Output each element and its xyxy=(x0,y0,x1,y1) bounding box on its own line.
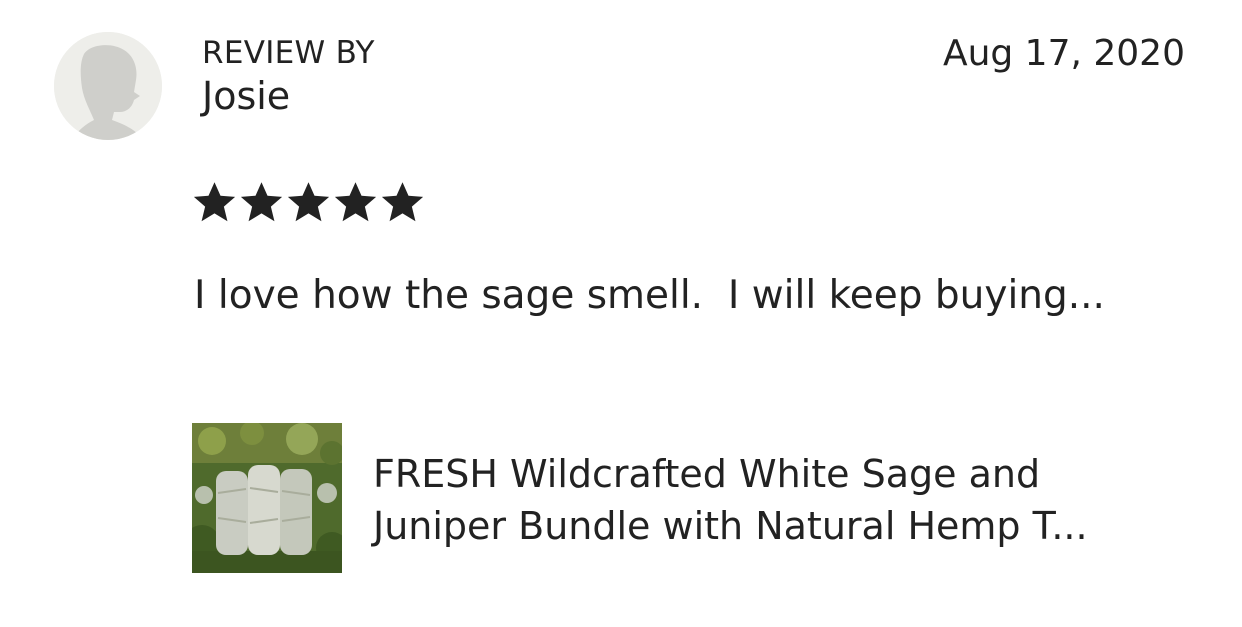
reviewer-name[interactable]: Josie xyxy=(202,72,375,120)
product-thumbnail[interactable] xyxy=(192,423,342,573)
star-filled-icon xyxy=(240,182,283,222)
review-by-label: REVIEW BY xyxy=(202,35,375,71)
product-title-link[interactable]: FRESH Wildcrafted White Sage and Juniper… xyxy=(373,448,1193,552)
review-date: Aug 17, 2020 xyxy=(942,33,1185,74)
star-filled-icon xyxy=(334,182,377,222)
reviewer-avatar[interactable] xyxy=(54,32,162,140)
default-user-silhouette-icon xyxy=(54,32,162,140)
star-filled-icon xyxy=(193,182,236,222)
star-filled-icon xyxy=(287,182,330,222)
product-image xyxy=(192,423,342,573)
star-filled-icon xyxy=(381,182,424,222)
product-title-line: Juniper Bundle with Natural Hemp T... xyxy=(373,504,1088,548)
review-text: I love how the sage smell. I will keep b… xyxy=(194,273,1105,318)
star-rating xyxy=(192,180,425,225)
reviewer-info: REVIEW BY Josie xyxy=(202,34,375,120)
product-title-line: FRESH Wildcrafted White Sage and xyxy=(373,452,1041,496)
